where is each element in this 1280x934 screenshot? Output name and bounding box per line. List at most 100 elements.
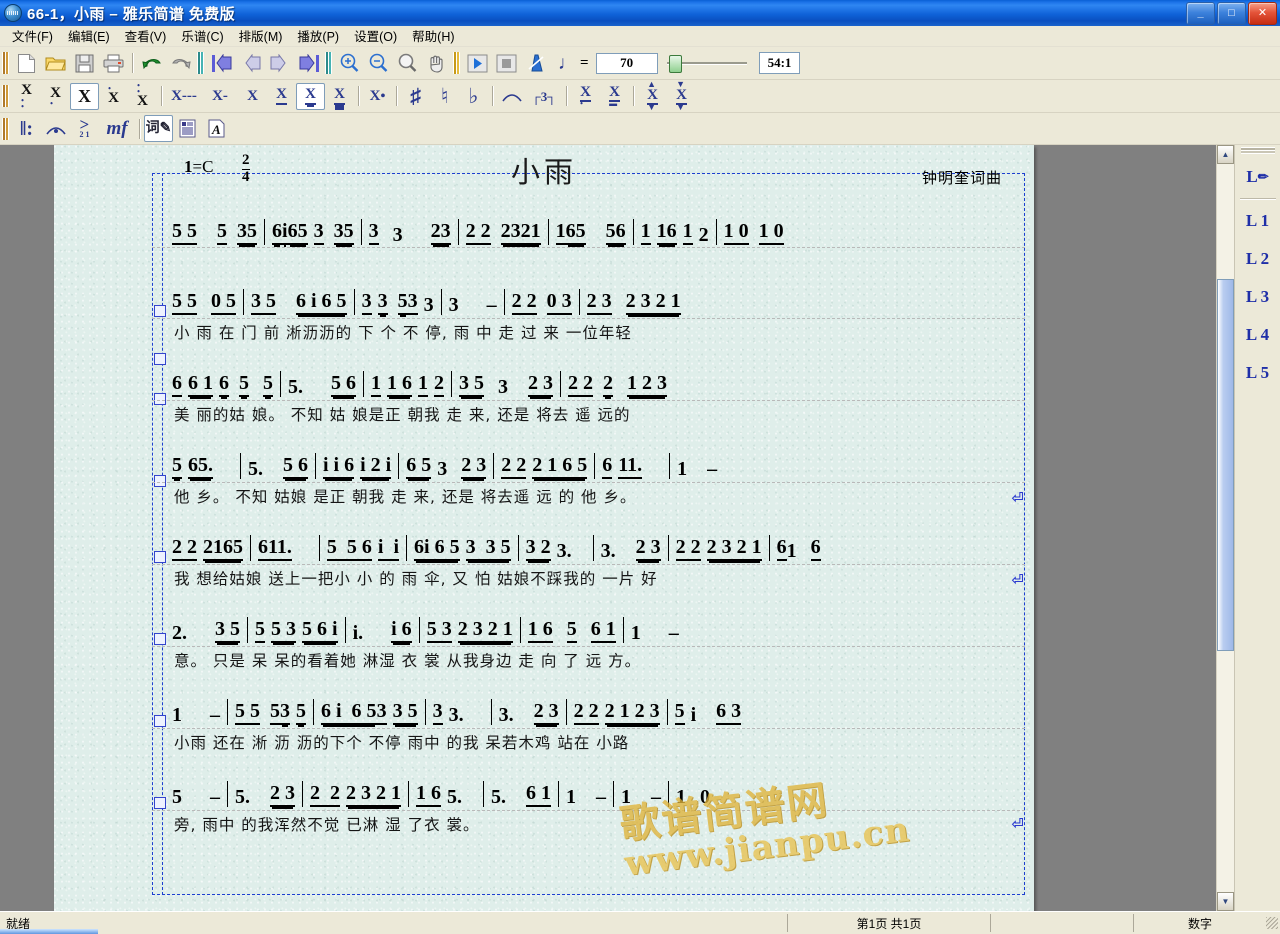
score-page[interactable]: 1=C 2 4 小雨 钟明奎词曲 5 5 5 35 6 i 65 3 35 3 …	[54, 145, 1034, 911]
note-grace-lower-button[interactable]: ▼ X ▼	[667, 79, 696, 111]
menu-view[interactable]: 查看(V)	[119, 25, 176, 47]
flat-button[interactable]: ♭	[459, 83, 488, 110]
zoom-out-button[interactable]	[364, 50, 393, 77]
lyrics-edit-button[interactable]: 词✎	[144, 115, 173, 142]
redo-button[interactable]	[166, 50, 195, 77]
system-1[interactable]: 5 5 535 6i65 335 33 23 2 22321 165	[54, 205, 1034, 275]
system-3[interactable]: 66 1 655 5.5 6 11 612 3 532 3 2 221 2 3	[54, 353, 1034, 439]
sharp-button[interactable]: ♯	[401, 83, 430, 110]
system-4-lyrics[interactable]: 他 乡。 不知 姑娘 是正 朝我 走 来, 还是 将去遥 远 的 他 乡。	[54, 479, 1034, 513]
play-toolbar-grip[interactable]	[453, 52, 460, 74]
note-underline-dot2-button[interactable]: X ▬	[600, 83, 629, 110]
system-5[interactable]: 2 2 2165 611. 5 5 6i i 6i 6 53 3 5 3 2 3. …	[54, 521, 1034, 603]
layer-4-button[interactable]: L 4	[1237, 316, 1279, 354]
scroll-track[interactable]	[1217, 164, 1234, 892]
text-block-button[interactable]	[173, 115, 202, 142]
menu-settings[interactable]: 设置(O)	[348, 25, 406, 47]
note-low-octave-double-button[interactable]: X • •	[12, 82, 41, 110]
note-thirtysecond-button[interactable]: X	[325, 83, 354, 110]
fermata-button[interactable]	[41, 115, 70, 142]
nav-toolbar-grip[interactable]	[197, 52, 204, 74]
note-dash-triple-button[interactable]: X---	[166, 83, 202, 110]
system-7-lyrics[interactable]: 小雨 还在 淅 沥 沥的下个 不停 雨中 的我 呆若木鸡 站在 小路	[54, 725, 1034, 759]
dynamics-mf-button[interactable]: mf	[99, 115, 135, 142]
system-4-notes[interactable]: 5 65. 5. 5 6 i i 6i 2 i 6 532 3 2 22 1 6 5…	[54, 439, 1034, 479]
layer-1-button[interactable]: L 1	[1237, 202, 1279, 240]
tempo-value-input[interactable]: 70	[595, 52, 658, 74]
note-eighth-button[interactable]: X	[267, 83, 296, 110]
print-button[interactable]	[99, 50, 128, 77]
open-file-button[interactable]	[41, 50, 70, 77]
scroll-thumb[interactable]	[1217, 279, 1234, 651]
menu-layout[interactable]: 排版(M)	[233, 25, 292, 47]
previous-page-button[interactable]	[236, 50, 265, 77]
close-button[interactable]: ✕	[1248, 2, 1277, 25]
zoom-toolbar-grip[interactable]	[325, 52, 332, 74]
system-5-notes[interactable]: 2 2 2165 611. 5 5 6i i 6i 6 53 3 5 3 2 3. …	[54, 521, 1034, 561]
system-8-notes[interactable]: 5– 5. 2 3 2 22 3 2 1 1 6 5. 5. 6 1 1– 1 …	[54, 767, 1034, 807]
first-page-button[interactable]	[207, 50, 236, 77]
system-2-notes[interactable]: 5 50 5 3 5 6 i 6 5 33533 3– 2 20 3 2 32 …	[54, 275, 1034, 315]
system-1-lyrics[interactable]	[54, 245, 1034, 279]
text-format-button[interactable]: A	[202, 115, 231, 142]
system-4[interactable]: 5 65. 5. 5 6 i i 6i 2 i 6 532 3 2 22 1 6 5…	[54, 439, 1034, 521]
note-sixteenth-button[interactable]: X	[296, 82, 325, 110]
system-2-lyrics[interactable]: 小 雨 在 门 前 淅沥沥的 下 个 不 停, 雨 中 走 过 来 一位年轻	[54, 315, 1034, 349]
note-high-octave-double-button[interactable]: • • X	[128, 81, 157, 110]
metronome-button[interactable]	[521, 50, 550, 77]
pan-hand-button[interactable]	[422, 50, 451, 77]
scroll-up-button[interactable]: ▲	[1217, 145, 1234, 164]
system-7-notes[interactable]: 1– 5 5535 6 i 6 533 5 3 3. 3. 2 3 2 22 1 2…	[54, 685, 1034, 725]
slur-button[interactable]	[497, 83, 526, 110]
resize-grip[interactable]	[1266, 917, 1278, 929]
menu-edit[interactable]: 编辑(E)	[62, 25, 119, 47]
natural-button[interactable]: ♮	[430, 83, 459, 110]
vertical-scrollbar[interactable]: ▲ ▼	[1216, 145, 1234, 911]
triplet-button[interactable]: ┌3┐	[526, 83, 562, 110]
system-5-lyrics[interactable]: 我 想给姑娘 送上一把小 小 的 雨 伞, 又 怕 姑娘不踩我的 一片 好	[54, 561, 1034, 595]
last-page-button[interactable]	[294, 50, 323, 77]
system-3-lyrics[interactable]: 美 丽的姑 娘。 不知 姑 娘是正 朝我 走 来, 还是 将去 遥 远的	[54, 397, 1034, 431]
layer-dock-grip[interactable]	[1240, 147, 1275, 154]
system-1-notes[interactable]: 5 5 535 6i65 335 33 23 2 22321 165	[54, 205, 1034, 245]
menu-score[interactable]: 乐谱(C)	[175, 25, 232, 47]
note-dash-single-button[interactable]: X-	[202, 83, 238, 110]
note-natural-octave-button[interactable]: X	[70, 82, 99, 110]
system-7[interactable]: 1– 5 5535 6 i 6 533 5 3 3. 3. 2 3 2 22 1 2…	[54, 685, 1034, 767]
save-button[interactable]	[70, 50, 99, 77]
scroll-down-button[interactable]: ▼	[1217, 892, 1234, 911]
system-2[interactable]: 5 50 5 3 5 6 i 6 5 33533 3– 2 20 3 2 32 …	[54, 275, 1034, 357]
next-page-button[interactable]	[265, 50, 294, 77]
toolbar-grip[interactable]	[2, 52, 9, 74]
tempo-slider-thumb[interactable]	[668, 55, 682, 73]
menu-play[interactable]: 播放(P)	[291, 25, 348, 47]
note-quarter-button[interactable]: X	[238, 83, 267, 110]
zoom-in-button[interactable]	[335, 50, 364, 77]
system-8[interactable]: 5– 5. 2 3 2 22 3 2 1 1 6 5. 5. 6 1 1– 1 …	[54, 767, 1034, 849]
zoom-fit-button[interactable]	[393, 50, 422, 77]
tempo-slider[interactable]	[666, 53, 747, 73]
note-underline-dot-button[interactable]: X •	[571, 83, 600, 110]
minimize-button[interactable]: _	[1186, 2, 1215, 25]
system-6-lyrics[interactable]: 意。 只是 呆 呆的看着她 淋湿 衣 裳 从我身边 走 向 了 远 方。	[54, 643, 1034, 677]
menu-help[interactable]: 帮助(H)	[406, 25, 463, 47]
layer-edit-button[interactable]: L ✏	[1237, 158, 1279, 196]
page-area[interactable]: 1=C 2 4 小雨 钟明奎词曲 5 5 5 35 6 i 65 3 35 3 …	[18, 145, 1216, 911]
accent-button[interactable]: > 2 1	[70, 115, 99, 142]
layer-5-button[interactable]: L 5	[1237, 354, 1279, 392]
menu-file[interactable]: 文件(F)	[6, 25, 62, 47]
note-low-octave-button[interactable]: X •	[41, 83, 70, 110]
system-6[interactable]: 2. 3 5 55 35 6 i i. i 6 5 32 3 2 1 1 656 1…	[54, 603, 1034, 685]
undo-button[interactable]	[137, 50, 166, 77]
note-toolbar-grip[interactable]	[2, 85, 9, 107]
note-high-octave-button[interactable]: • X	[99, 83, 128, 110]
layer-3-button[interactable]: L 3	[1237, 278, 1279, 316]
layer-2-button[interactable]: L 2	[1237, 240, 1279, 278]
note-dotted-button[interactable]: X•	[363, 83, 392, 110]
repeat-barline-button[interactable]: ‖:	[12, 115, 41, 142]
system-8-lyrics[interactable]: 旁, 雨中 的我浑然不觉 已淋 湿 了衣 裳。	[54, 807, 1034, 841]
new-file-button[interactable]	[12, 50, 41, 77]
maximize-button[interactable]: □	[1217, 2, 1246, 25]
stop-button[interactable]	[492, 50, 521, 77]
system-6-notes[interactable]: 2. 3 5 55 35 6 i i. i 6 5 32 3 2 1 1 656 1…	[54, 603, 1034, 643]
